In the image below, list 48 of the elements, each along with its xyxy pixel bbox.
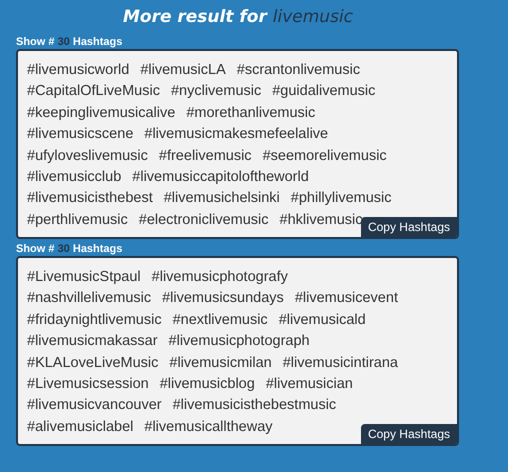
hashtag: #hklivemusic	[280, 210, 362, 230]
hashtag: #livemusicisthebestmusic	[172, 396, 336, 416]
hashtag: #livemusicLA	[140, 61, 226, 80]
hashtag: #livemusician	[266, 374, 353, 394]
hashtag: #freelivemusic	[158, 146, 252, 166]
hashtag: #Livemusicsession	[27, 374, 149, 394]
hashtag: #livemusiccapitoloftheworld	[132, 168, 309, 187]
hashtag: #livemusicmakesmefeelalive	[144, 125, 328, 144]
hashtag: #nextlivemusic	[172, 310, 268, 330]
hashtag: #livemusicmilan	[169, 354, 272, 373]
hashtag: #seemorelivemusic	[262, 146, 387, 166]
hashtag: #CapitalOfLiveMusic	[27, 82, 160, 102]
hashtag: #nyclivemusic	[170, 82, 262, 102]
hashtag: #morethanlivemusic	[186, 104, 316, 123]
hashtag: #electroniclivemusic	[138, 210, 268, 230]
hashtag: #livemusicphotograph	[168, 332, 310, 352]
hashtag-box[interactable]	[16, 49, 459, 239]
copy-hashtags-button[interactable]: Copy Hashtags	[360, 424, 457, 444]
hashtag: #livemusichelsinki	[164, 189, 280, 208]
hashtag-box[interactable]	[16, 256, 459, 446]
hashtag: #livemusicvancouver	[27, 396, 162, 416]
hashtag: #KLALoveLiveMusic	[27, 354, 158, 373]
hashtag: #livemusicalltheway	[144, 418, 273, 437]
hashtag: #scrantonlivemusic	[236, 61, 360, 80]
hashtag: #guidalivemusic	[272, 82, 376, 102]
hashtag: #livemusicworld	[27, 61, 130, 80]
hashtag: #livemusicsundays	[162, 289, 284, 308]
hashtag: #perthlivemusic	[27, 210, 128, 230]
hashtag: #livemusicald	[278, 310, 366, 330]
hashtag: #phillylivemusic	[290, 189, 392, 208]
hashtag: #keepinglivemusicalive	[27, 104, 176, 123]
hashtag: #nashvillelivemusic	[27, 289, 152, 308]
copy-hashtags-button[interactable]: Copy Hashtags	[360, 217, 457, 237]
hashtag: #livemusicintirana	[282, 354, 398, 373]
hashtag: #livemusicblog	[160, 374, 255, 394]
hashtag: #livemusicphotografy	[152, 268, 288, 287]
hashtag-count-label: Show # 30 Hashtags	[16, 35, 124, 49]
hashtag: #fridaynightlivemusic	[27, 310, 162, 330]
hashtag: #LivemusicStpaul	[27, 268, 141, 287]
hashtag: #livemusicisthebest	[27, 189, 153, 208]
hashtag: #livemusicevent	[294, 289, 398, 308]
hashtag: #alivemusiclabel	[27, 418, 134, 437]
page-title: More result for livemusic	[122, 6, 354, 29]
hashtag: #livemusicscene	[27, 125, 134, 144]
hashtag: #livemusicclub	[27, 168, 122, 187]
hashtag: #ufyloveslivemusic	[27, 146, 148, 166]
hashtag: #livemusicmakassar	[27, 332, 158, 352]
hashtag-count-label: Show # 30 Hashtags	[16, 242, 124, 256]
